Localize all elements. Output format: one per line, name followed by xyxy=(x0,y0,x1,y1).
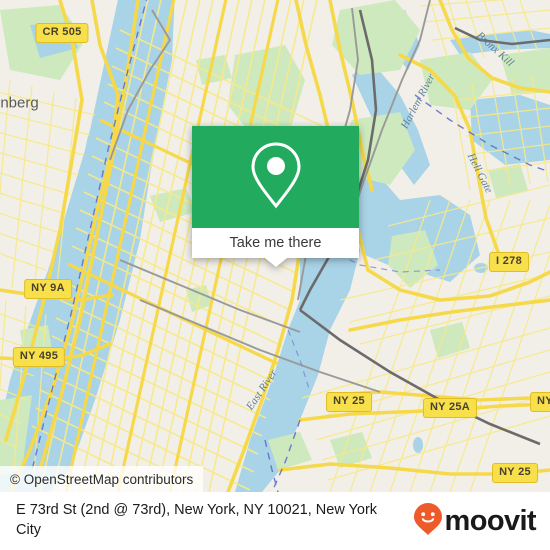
take-me-there-button[interactable]: Take me there xyxy=(192,228,359,258)
map-screenshot: Bronx Kill Harlem River Hell Gate East R… xyxy=(0,0,550,550)
highway-shield-ny-25-south[interactable]: NY 25 xyxy=(492,463,538,483)
moovit-smiley-pin-icon xyxy=(413,502,443,541)
location-address: E 73rd St (2nd @ 73rd), New York, NY 100… xyxy=(16,502,378,538)
map-canvas[interactable]: Bronx Kill Harlem River Hell Gate East R… xyxy=(0,0,550,492)
location-marker-card[interactable]: Take me there xyxy=(192,126,359,267)
moovit-wordmark: moovit xyxy=(444,504,537,537)
highway-shield-ny-25[interactable]: NY 25 xyxy=(326,392,372,412)
marker-card-header xyxy=(192,126,359,228)
highway-shield-ny-9a[interactable]: NY 9A xyxy=(24,279,72,299)
highway-shield-i-278[interactable]: I 278 xyxy=(489,252,529,272)
highway-shield-ny-495[interactable]: NY 495 xyxy=(12,347,66,367)
highway-shield-ny-25a[interactable]: NY 25A xyxy=(422,398,478,418)
highway-shield-ny-edge[interactable]: NY xyxy=(530,392,550,412)
map-attribution[interactable]: © OpenStreetMap contributors xyxy=(0,466,204,492)
footer-bar: E 73rd St (2nd @ 73rd), New York, NY 100… xyxy=(0,492,550,550)
map-pin-icon xyxy=(248,140,304,215)
place-label-guttenberg: enberg xyxy=(0,94,39,112)
highway-shield-cr-505[interactable]: CR 505 xyxy=(35,23,89,43)
moovit-logo[interactable]: moovit xyxy=(413,502,537,541)
marker-card-pointer xyxy=(264,258,287,267)
